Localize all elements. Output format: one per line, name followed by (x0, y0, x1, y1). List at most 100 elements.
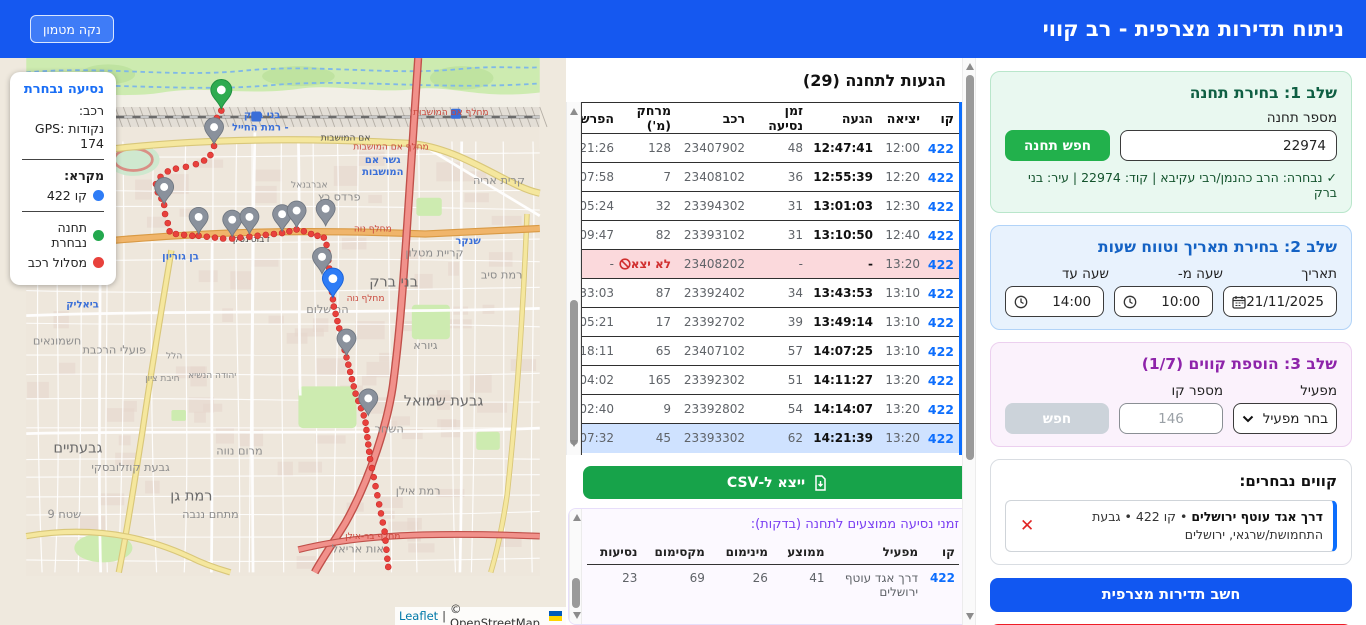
map-label: יהודה הנשיא (188, 371, 236, 381)
no-entry-icon (619, 258, 631, 270)
route-point (350, 383, 358, 390)
line-number-input[interactable] (1119, 403, 1223, 434)
line-number-link[interactable]: 422 (925, 249, 959, 279)
column-header[interactable]: קו (925, 102, 959, 134)
arrival-cell: 13:10 (878, 278, 925, 308)
time-to-input[interactable]: 14:00 (1005, 286, 1105, 317)
arrival-row[interactable]: 422 13:20 14:14:07 54 23392802 9 02:40 (582, 394, 959, 424)
calculate-frequency-button[interactable]: חשב תדירות מצרפית (990, 578, 1352, 613)
map-label: פועלי הרכבת (82, 343, 146, 357)
route-point (166, 228, 173, 235)
line-number-link[interactable]: 422 (925, 134, 959, 163)
arrival-row[interactable]: 422 13:10 14:07:25 57 23407102 65 18:11 (582, 336, 959, 366)
legend-item-label: תחנה נבחרת (51, 220, 87, 250)
route-point (332, 310, 339, 318)
line-number-link[interactable]: 422 (925, 394, 959, 424)
search-station-button[interactable]: חפש תחנה (1005, 130, 1110, 161)
line-number-link[interactable]: 422 (925, 336, 959, 366)
arrival-row[interactable]: 422 13:10 13:43:53 34 23392402 87 33:03 (582, 278, 959, 308)
column-header: מינימום (708, 540, 772, 565)
line-number-link[interactable]: 422 (925, 423, 959, 453)
column-header[interactable]: רכב (676, 102, 750, 134)
panel-scrollbar[interactable] (962, 58, 976, 625)
travel-time-cell: 69 (689, 570, 705, 585)
map-label: מחלף נוה (347, 294, 385, 304)
arrival-cell: 12:47:41 (813, 141, 873, 155)
map-label: בני ברק (369, 275, 418, 291)
line-number-link[interactable]: 422 (925, 278, 959, 308)
line-number-link[interactable]: 422 (925, 220, 959, 250)
station-selected-text: ✓ נבחרה: הרב כהנמן/רבי עקיבא | קוד: 2297… (1028, 170, 1337, 200)
scroll-up-icon[interactable] (966, 63, 974, 70)
arrival-row[interactable]: 422 13:20 14:11:27 51 23392302 165 04:02 (582, 365, 959, 395)
arrival-row[interactable]: 422 13:10 13:49:14 39 23392702 17 05:21 (582, 307, 959, 337)
clock-icon (1014, 295, 1028, 308)
column-header[interactable]: יציאה (878, 102, 925, 134)
arrival-cell: 51 (750, 365, 808, 395)
column-header[interactable]: הפרש (582, 102, 619, 134)
arrival-cell: 12:40 (878, 220, 925, 250)
line-number-link[interactable]: 422 (925, 162, 959, 192)
arrival-cell: 13:01:03 (808, 191, 878, 221)
travel-times-scrollbar[interactable] (569, 509, 582, 624)
export-csv-button[interactable]: ייצא ל-CSV (583, 466, 972, 499)
arrival-cell: 12:00 (885, 141, 920, 155)
time-from-label: שעה מ- (1177, 266, 1223, 282)
arrival-row[interactable]: 422 13:20- -23408202 לא יצא - (582, 249, 959, 279)
arrival-row[interactable]: 422 12:20 12:55:39 36 23408102 7 07:58 (582, 162, 959, 192)
line-number-link[interactable]: 422 (925, 307, 959, 337)
station-number-input[interactable] (1120, 130, 1337, 161)
route-point (307, 230, 315, 238)
arrival-cell: 21:26 (581, 141, 614, 155)
arrival-cell: 87 (619, 278, 676, 308)
arrival-row[interactable]: 422 12:40 13:10:50 31 23393102 82 09:47 (582, 220, 959, 250)
arrival-cell: 39 (750, 307, 808, 337)
map-label: אברבנאל (291, 181, 328, 191)
line-number-link[interactable]: 422 (922, 564, 959, 599)
leaflet-link[interactable]: Leaflet (399, 609, 438, 623)
arrival-cell: 13:10 (878, 307, 925, 337)
clear-cache-button[interactable]: נקה מטמון (30, 15, 114, 43)
route-point (192, 160, 200, 168)
route-point (286, 228, 293, 235)
scroll-down-icon[interactable] (966, 613, 974, 620)
arrival-cell: 13:20 (878, 423, 925, 453)
scrollbar-thumb[interactable] (965, 75, 974, 460)
operator-select[interactable]: בחר מפעיל (1233, 403, 1337, 434)
remove-line-button[interactable]: ✕ (1016, 514, 1038, 538)
date-input[interactable]: 21/11/2025 (1223, 286, 1337, 317)
osm-link[interactable]: © OpenStreetMap (450, 602, 545, 625)
search-line-button[interactable]: חפש (1005, 403, 1109, 434)
column-header[interactable]: הגעה (808, 102, 878, 134)
scrollbar-thumb[interactable] (569, 300, 578, 445)
scroll-down-icon[interactable] (573, 612, 581, 619)
time-from-input[interactable]: 10:00 (1114, 286, 1214, 317)
scrollbar-thumb[interactable] (572, 578, 580, 608)
arrivals-scrollbar[interactable] (566, 102, 581, 455)
arrival-cell: - (582, 249, 619, 279)
scroll-down-icon[interactable] (570, 440, 578, 447)
line-number-link[interactable]: 422 (925, 191, 959, 221)
map-attribution: Leaflet | © OpenStreetMap (395, 602, 566, 625)
time-to-value: 14:00 (1052, 293, 1092, 310)
legend-item: מסלול רכב (22, 255, 104, 270)
column-header[interactable]: זמן נסיעה (750, 102, 808, 134)
selected-line-text: דרך אגד עוטף ירושלים • קו 422 • גבעת התח… (1092, 509, 1323, 543)
route-point (362, 419, 369, 426)
map-label: רמת אילן (396, 483, 441, 497)
arrival-row[interactable]: 422 12:30 13:01:03 31 23394302 32 05:24 (582, 191, 959, 221)
map[interactable]: בני ברק - רמת החייל גשר אם המושבות בן גוריון… (0, 58, 566, 625)
arrival-cell: 05:21 (582, 307, 619, 337)
arrival-row[interactable]: 422 13:20 14:21:39 62 23393302 45 07:32 (582, 423, 959, 453)
arrival-cell: 31 (750, 191, 808, 221)
map-label: המושבות (362, 167, 403, 178)
map-label: חיבת ציון (145, 374, 179, 384)
map-label: השחר (375, 422, 404, 436)
line-number-link[interactable]: 422 (925, 365, 959, 395)
scroll-up-icon[interactable] (570, 108, 578, 115)
arrival-row[interactable]: 422 12:00 12:47:41 48 23407902 128 21:26 (581, 134, 959, 163)
scroll-up-icon[interactable] (573, 514, 581, 521)
time-to-label: שעה עד (1062, 266, 1109, 282)
column-header[interactable]: מרחק (מ') (619, 102, 676, 134)
arrival-cell: 62 (750, 423, 808, 453)
